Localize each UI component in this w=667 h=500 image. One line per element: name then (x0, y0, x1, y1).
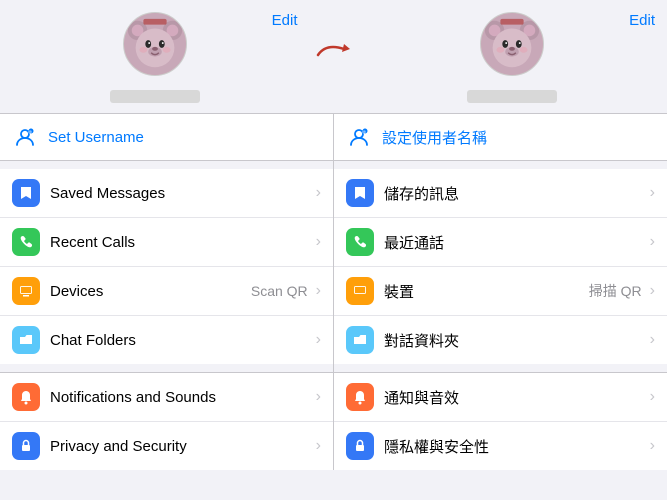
chevron-icon: › (316, 388, 321, 406)
devices-hint: Scan QR (251, 283, 308, 299)
notifications-icon (12, 383, 40, 411)
list-item[interactable]: Saved Messages › (0, 169, 333, 218)
list-item[interactable]: Privacy and Security › (0, 422, 333, 470)
devices-icon (12, 277, 40, 305)
list-item[interactable]: 隱私權與安全性 › (334, 422, 667, 470)
saved-messages-label: Saved Messages (50, 185, 312, 202)
chevron-icon: › (650, 184, 655, 202)
right-username-icon: @ (346, 124, 372, 150)
right-menu-group-2: 通知與音效 › 隱私權與安全性 › (334, 373, 667, 470)
panel-right: @ 設定使用者名稱 儲存的訊息 › (334, 114, 667, 470)
right-avatar[interactable] (480, 12, 544, 76)
privacy-icon-r (346, 432, 374, 460)
top-profiles-section: Edit (0, 0, 667, 113)
chevron-icon: › (650, 331, 655, 349)
devices-icon-r (346, 277, 374, 305)
chevron-icon: › (650, 388, 655, 406)
list-item[interactable]: 對話資料夾 › (334, 316, 667, 364)
right-profile: Edit (358, 12, 667, 103)
right-username-label: 設定使用者名稱 (382, 127, 487, 148)
saved-messages-icon (12, 179, 40, 207)
recent-calls-label: Recent Calls (50, 234, 312, 251)
list-item[interactable]: 通知與音效 › (334, 373, 667, 422)
right-username-row[interactable]: @ 設定使用者名稱 (334, 114, 667, 160)
recent-calls-label-r: 最近通話 (384, 232, 646, 253)
left-username-row[interactable]: @ Set Username (0, 114, 333, 160)
chevron-icon: › (650, 437, 655, 455)
recent-calls-icon-r (346, 228, 374, 256)
privacy-icon (12, 432, 40, 460)
list-item[interactable]: Chat Folders › (0, 316, 333, 364)
list-item[interactable]: Devices Scan QR › (0, 267, 333, 316)
chat-folders-icon-r (346, 326, 374, 354)
privacy-label: Privacy and Security (50, 438, 312, 455)
list-item[interactable]: Recent Calls › (0, 218, 333, 267)
chevron-icon: › (650, 233, 655, 251)
chevron-icon: › (316, 233, 321, 251)
chat-folders-label-r: 對話資料夾 (384, 330, 646, 351)
left-gap-2 (0, 364, 333, 372)
right-gap-1 (334, 161, 667, 169)
right-profile-name (467, 90, 557, 103)
chevron-icon: › (316, 437, 321, 455)
left-profile-name (110, 90, 200, 103)
left-menu-group-2: Notifications and Sounds › Privacy and S… (0, 373, 333, 470)
chevron-icon: › (650, 282, 655, 300)
left-gap-1 (0, 161, 333, 169)
privacy-label-r: 隱私權與安全性 (384, 436, 646, 457)
devices-label: Devices (50, 283, 251, 300)
list-item[interactable]: 最近通話 › (334, 218, 667, 267)
left-profile: Edit (0, 12, 310, 103)
notifications-label-r: 通知與音效 (384, 387, 646, 408)
left-username-icon: @ (12, 124, 38, 150)
saved-messages-icon-r (346, 179, 374, 207)
chat-folders-icon (12, 326, 40, 354)
notifications-label: Notifications and Sounds (50, 389, 312, 406)
right-gap-2 (334, 364, 667, 372)
list-item[interactable]: 裝置 掃描 QR › (334, 267, 667, 316)
left-username-label: Set Username (48, 129, 144, 146)
panel-left: @ Set Username Saved Messages › (0, 114, 334, 470)
svg-text:@: @ (362, 129, 366, 134)
list-item[interactable]: 儲存的訊息 › (334, 169, 667, 218)
left-menu-group-1: Saved Messages › Recent Calls › (0, 169, 333, 364)
right-edit-button[interactable]: Edit (629, 12, 655, 29)
left-avatar[interactable] (123, 12, 187, 76)
left-edit-button[interactable]: Edit (272, 12, 298, 29)
chat-folders-label: Chat Folders (50, 332, 312, 349)
recent-calls-icon (12, 228, 40, 256)
devices-hint-r: 掃描 QR (589, 281, 642, 301)
devices-label-r: 裝置 (384, 281, 589, 302)
notifications-icon-r (346, 383, 374, 411)
saved-messages-label-r: 儲存的訊息 (384, 183, 646, 204)
list-item[interactable]: Notifications and Sounds › (0, 373, 333, 422)
chevron-icon: › (316, 331, 321, 349)
main-panels: @ Set Username Saved Messages › (0, 114, 667, 470)
svg-text:@: @ (28, 129, 32, 134)
right-menu-group-1: 儲存的訊息 › 最近通話 › 裝置 (334, 169, 667, 364)
chevron-icon: › (316, 282, 321, 300)
chevron-icon: › (316, 184, 321, 202)
transition-arrow (310, 12, 358, 103)
